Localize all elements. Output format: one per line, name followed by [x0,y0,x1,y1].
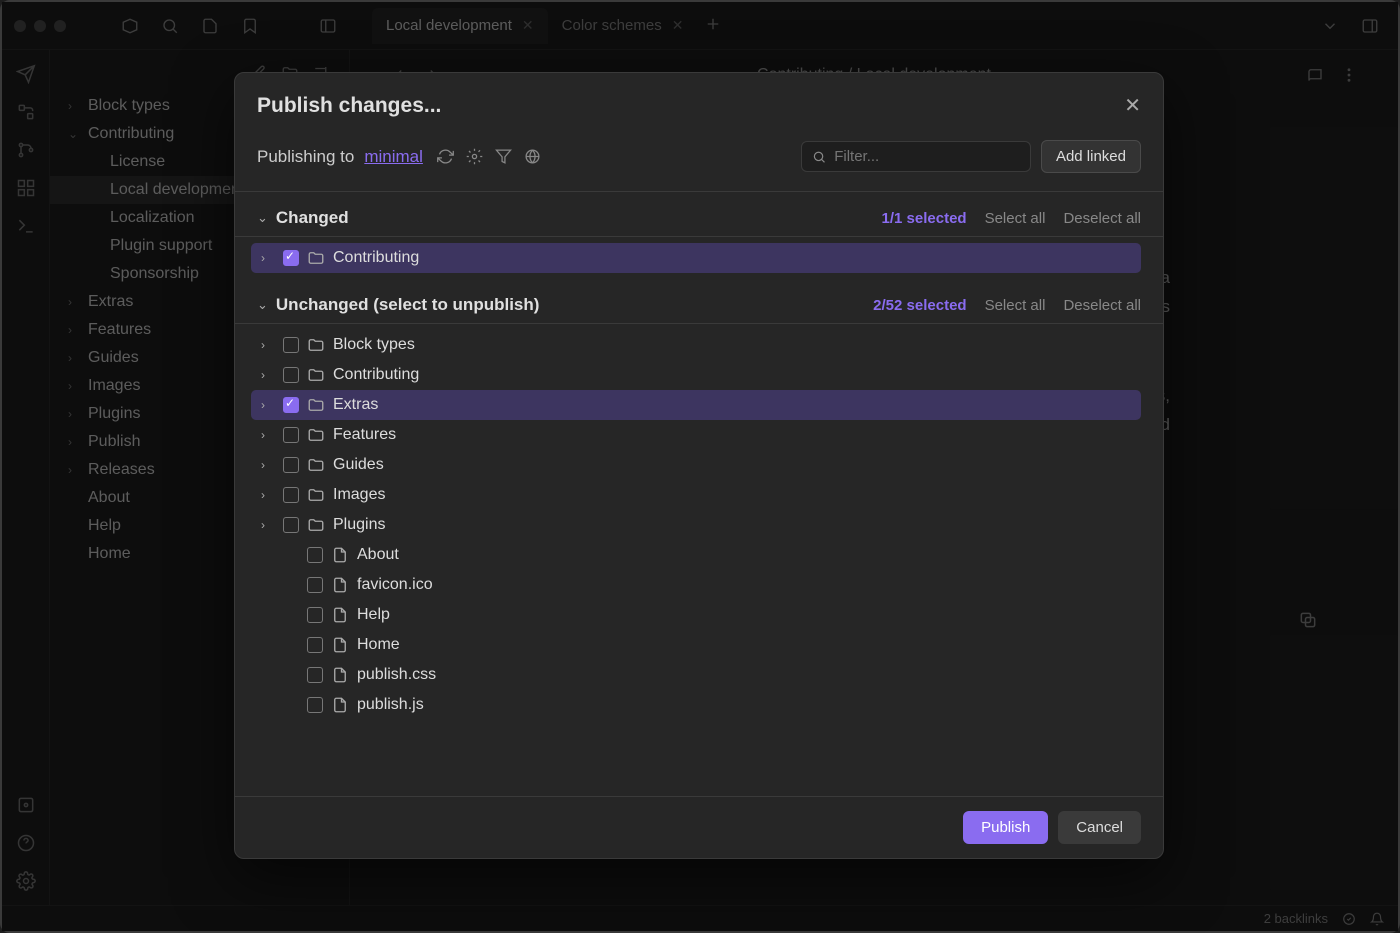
tree-folder-row[interactable]: › Contributing [251,243,1141,273]
tree-item-label: Extras [333,396,378,414]
publish-button[interactable]: Publish [963,811,1048,844]
tree-item-label: publish.css [357,666,436,684]
checkbox[interactable] [307,697,323,713]
modal-footer: Publish Cancel [235,796,1163,858]
tree-folder-row[interactable]: › Features [251,420,1141,450]
chevron-right-icon[interactable]: › [261,428,275,442]
checkbox[interactable] [283,250,299,266]
filter-icon[interactable] [495,148,512,165]
search-icon [812,149,826,165]
chevron-right-icon[interactable]: › [261,398,275,412]
unchanged-tree: › Block types › Contributing › Extras › Feature… [235,324,1163,726]
chevron-down-icon[interactable]: ⌄ [257,210,268,226]
checkbox[interactable] [307,667,323,683]
modal-subheader: Publishing to minimal Add linked [235,130,1163,192]
tree-folder-row[interactable]: › Extras [251,390,1141,420]
selected-count: 2/52 selected [873,297,966,314]
site-link[interactable]: minimal [364,147,423,167]
checkbox[interactable] [283,397,299,413]
checkbox[interactable] [283,367,299,383]
tree-file-row[interactable]: ›favicon.ico [251,570,1141,600]
section-title: Unchanged (select to unpublish) [276,295,540,315]
checkbox[interactable] [283,457,299,473]
tree-file-row[interactable]: ›publish.css [251,660,1141,690]
modal-body: ⌄ Changed 1/1 selected Select all Desele… [235,192,1163,796]
modal-header: Publish changes... ✕ [235,73,1163,130]
select-all-button[interactable]: Select all [985,297,1046,314]
chevron-right-icon[interactable]: › [261,338,275,352]
tree-file-row[interactable]: ›publish.js [251,690,1141,720]
cancel-button[interactable]: Cancel [1058,811,1141,844]
selected-count: 1/1 selected [882,210,967,227]
unchanged-section-header: ⌄ Unchanged (select to unpublish) 2/52 s… [235,279,1163,324]
tree-item-label: favicon.ico [357,576,433,594]
tree-file-row[interactable]: ›Help [251,600,1141,630]
publishing-to-label: Publishing to [257,147,354,167]
checkbox[interactable] [307,637,323,653]
tree-folder-row[interactable]: › Guides [251,450,1141,480]
checkbox[interactable] [283,427,299,443]
checkbox[interactable] [307,577,323,593]
tree-item-label: Contributing [333,249,419,267]
tree-folder-row[interactable]: › Contributing [251,360,1141,390]
publish-modal: Publish changes... ✕ Publishing to minim… [234,72,1164,859]
tree-item-label: Home [357,636,400,654]
chevron-right-icon[interactable]: › [261,518,275,532]
tree-item-label: About [357,546,399,564]
site-actions [437,148,541,165]
tree-folder-row[interactable]: › Plugins [251,510,1141,540]
tree-item-label: Block types [333,336,415,354]
deselect-all-button[interactable]: Deselect all [1063,210,1141,227]
tree-item-label: Plugins [333,516,385,534]
gear-icon[interactable] [466,148,483,165]
modal-title: Publish changes... [257,94,441,118]
filter-input[interactable] [834,148,1020,165]
section-title: Changed [276,208,349,228]
tree-item-label: Contributing [333,366,419,384]
checkbox[interactable] [283,517,299,533]
changed-section-header: ⌄ Changed 1/1 selected Select all Desele… [235,192,1163,237]
tree-item-label: Features [333,426,396,444]
filter-input-wrapper [801,141,1031,172]
globe-icon[interactable] [524,148,541,165]
checkbox[interactable] [283,487,299,503]
tree-item-label: publish.js [357,696,424,714]
close-icon[interactable]: ✕ [1124,93,1141,118]
checkbox[interactable] [307,547,323,563]
chevron-right-icon[interactable]: › [261,368,275,382]
tree-folder-row[interactable]: › Block types [251,330,1141,360]
tree-item-label: Guides [333,456,384,474]
chevron-right-icon[interactable]: › [261,458,275,472]
tree-item-label: Help [357,606,390,624]
deselect-all-button[interactable]: Deselect all [1063,297,1141,314]
checkbox[interactable] [307,607,323,623]
checkbox[interactable] [283,337,299,353]
changed-tree: › Contributing [235,237,1163,279]
tree-file-row[interactable]: ›About [251,540,1141,570]
chevron-down-icon[interactable]: ⌄ [257,297,268,313]
tree-item-label: Images [333,486,385,504]
refresh-icon[interactable] [437,148,454,165]
chevron-right-icon[interactable]: › [261,488,275,502]
chevron-right-icon[interactable]: › [261,251,275,265]
tree-file-row[interactable]: ›Home [251,630,1141,660]
select-all-button[interactable]: Select all [985,210,1046,227]
add-linked-button[interactable]: Add linked [1041,140,1141,173]
tree-folder-row[interactable]: › Images [251,480,1141,510]
